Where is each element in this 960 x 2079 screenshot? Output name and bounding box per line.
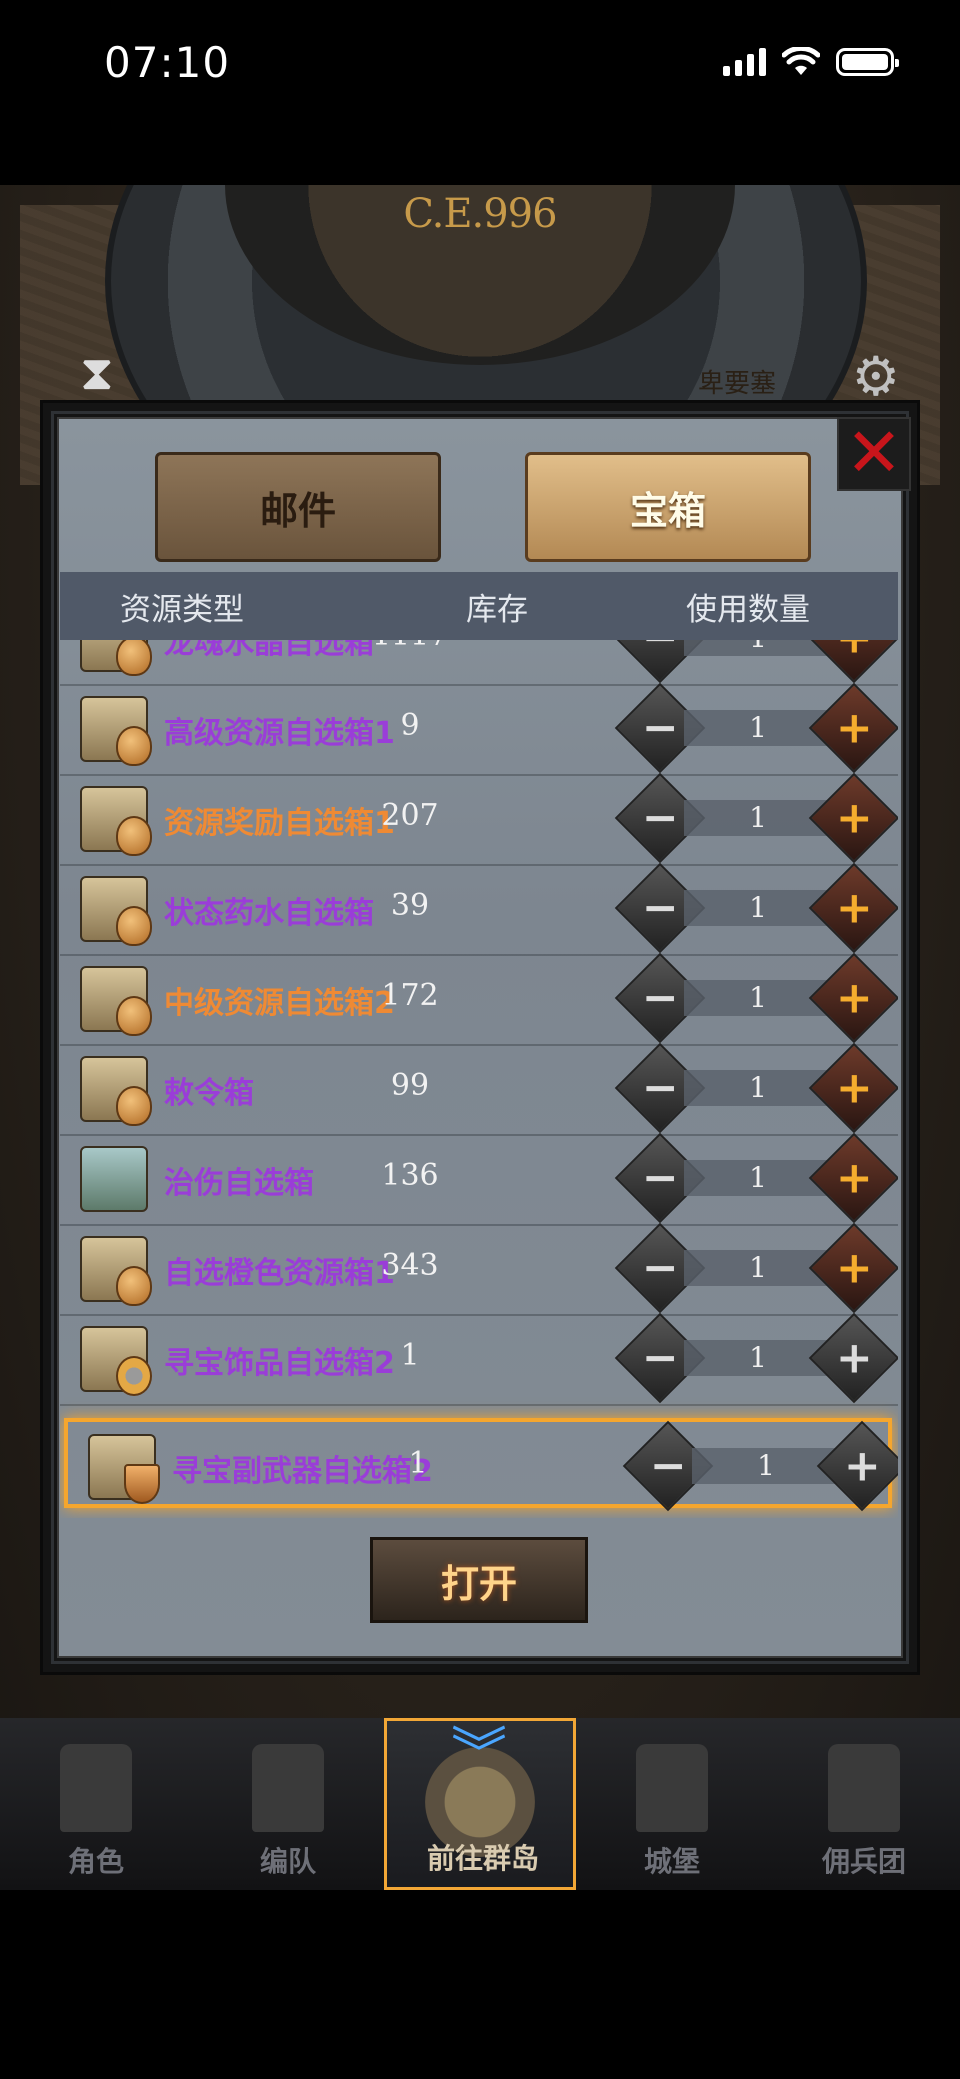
list-item[interactable]: 中级资源自选箱2 172 − 1 + xyxy=(60,952,898,1046)
item-stock: 9 xyxy=(400,708,420,743)
gear-icon[interactable]: ⚙ xyxy=(852,345,900,408)
item-stock: 1117 xyxy=(330,640,490,653)
plus-icon: + xyxy=(835,1332,873,1383)
chest-icon xyxy=(80,786,152,856)
list-item[interactable]: 龙魂水晶自选箱 1117 − 1 + xyxy=(60,640,898,686)
minus-icon: − xyxy=(641,792,679,843)
nav-item-archipelago[interactable]: ︾ 前往群岛 xyxy=(384,1718,576,1890)
item-name: 敕令箱 xyxy=(164,1076,254,1111)
chest-icon xyxy=(80,876,152,946)
increase-button[interactable]: + xyxy=(808,682,898,774)
list-item[interactable]: 状态药水自选箱 39 − 1 + xyxy=(60,862,898,956)
increase-button[interactable]: + xyxy=(816,1420,898,1512)
nav-label: 佣兵团 xyxy=(821,1845,906,1878)
fort-label: 卑要塞 xyxy=(698,369,777,399)
item-stock: 343 xyxy=(381,1248,439,1283)
chest-icon xyxy=(80,1056,152,1126)
list-item[interactable]: 治伤自选箱 136 − 1 + xyxy=(60,1132,898,1226)
list-item[interactable]: 高级资源自选箱1 9 − 1 + xyxy=(60,682,898,776)
nav-label: 角色 xyxy=(67,1845,124,1878)
chest-icon xyxy=(80,966,152,1036)
bottom-nav: 角色 编队 ︾ 前往群岛 城堡 佣兵团 xyxy=(0,1718,960,1890)
battery-icon xyxy=(836,48,899,76)
item-stock: 172 xyxy=(381,978,439,1013)
chest-icon xyxy=(80,696,152,766)
potion-icon xyxy=(80,1146,148,1212)
era-label: C.E.996 xyxy=(403,191,557,237)
clock: 07:10 xyxy=(104,38,231,87)
mercenary-icon xyxy=(828,1744,900,1832)
plus-icon: + xyxy=(835,882,873,933)
shield-chest-icon xyxy=(88,1434,160,1504)
chest-icon xyxy=(80,1236,152,1306)
list-item-selected[interactable]: 寻宝副武器自选箱2 1 − 1 + xyxy=(64,1418,898,1512)
plus-icon: + xyxy=(835,972,873,1023)
increase-button[interactable]: + xyxy=(808,640,898,684)
increase-button[interactable]: + xyxy=(808,1312,898,1404)
tab-mail[interactable]: 邮件 xyxy=(155,452,441,562)
item-stock: 207 xyxy=(381,798,439,833)
wifi-icon xyxy=(782,47,820,75)
nav-item-mercenary[interactable]: 佣兵团 xyxy=(768,1718,960,1890)
open-button[interactable]: 打开 xyxy=(370,1537,588,1623)
close-button[interactable]: ✕ xyxy=(837,417,911,491)
minus-icon: − xyxy=(641,1152,679,1203)
minus-icon: − xyxy=(641,702,679,753)
increase-button[interactable]: + xyxy=(808,952,898,1044)
list-item[interactable]: 自选橙色资源箱1 343 − 1 + xyxy=(60,1222,898,1316)
item-stock: 39 xyxy=(390,888,430,923)
chevron-down-icon: ︾ xyxy=(451,1722,507,1787)
plus-icon: + xyxy=(835,1152,873,1203)
item-stock: 1 xyxy=(408,1446,428,1481)
plus-icon: + xyxy=(836,640,873,663)
chest-icon xyxy=(80,640,152,676)
item-stock: 136 xyxy=(381,1158,439,1193)
list-item[interactable]: 寻宝饰品自选箱2 1 − 1 + xyxy=(60,1312,898,1406)
increase-button[interactable]: + xyxy=(808,772,898,864)
increase-button[interactable]: + xyxy=(808,1132,898,1224)
nav-item-character[interactable]: 角色 xyxy=(0,1718,192,1890)
item-name: 治伤自选箱 xyxy=(164,1166,314,1201)
header-type: 资源类型 xyxy=(120,591,244,628)
castle-icon xyxy=(636,1744,708,1832)
nav-item-formation[interactable]: 编队 xyxy=(192,1718,384,1890)
minus-icon: − xyxy=(649,1440,687,1491)
plus-icon: + xyxy=(835,792,873,843)
increase-button[interactable]: + xyxy=(808,862,898,954)
plus-icon: + xyxy=(835,702,873,753)
home-indicator-area xyxy=(0,1890,960,2079)
minus-icon: − xyxy=(641,972,679,1023)
helmet-icon xyxy=(252,1744,324,1832)
nav-label: 编队 xyxy=(259,1845,316,1878)
minus-icon: − xyxy=(641,1332,679,1383)
list-item[interactable]: 资源奖励自选箱1 207 − 1 + xyxy=(60,772,898,866)
ring-chest-icon xyxy=(80,1326,152,1396)
item-list[interactable]: 龙魂水晶自选箱 1117 − 1 + 高级资源自选箱1 9 − 1 + 资源奖励… xyxy=(60,640,898,1518)
close-icon: ✕ xyxy=(845,414,903,493)
increase-button[interactable]: + xyxy=(808,1222,898,1314)
minus-icon: − xyxy=(641,1062,679,1113)
plus-icon: + xyxy=(835,1062,873,1113)
increase-button[interactable]: + xyxy=(808,1042,898,1134)
minus-icon: − xyxy=(641,1242,679,1293)
item-stock: 99 xyxy=(390,1068,430,1103)
signal-icon xyxy=(723,48,766,76)
status-icons xyxy=(723,44,899,80)
minus-icon: − xyxy=(641,882,679,933)
tab-chest[interactable]: 宝箱 xyxy=(525,452,811,562)
header-use: 使用数量 xyxy=(686,591,810,628)
status-bar: 07:10 xyxy=(0,0,960,130)
header-stock: 库存 xyxy=(466,591,528,628)
item-stock: 1 xyxy=(400,1338,420,1373)
nav-item-castle[interactable]: 城堡 xyxy=(576,1718,768,1890)
quantity-field[interactable]: 1 xyxy=(684,640,832,656)
list-header: 资源类型 库存 使用数量 xyxy=(60,572,898,640)
nav-label: 城堡 xyxy=(643,1845,700,1878)
plus-icon: + xyxy=(835,1242,873,1293)
knight-icon xyxy=(60,1744,132,1832)
minus-icon: − xyxy=(642,640,679,663)
plus-icon: + xyxy=(843,1440,881,1491)
list-item[interactable]: 敕令箱 99 − 1 + xyxy=(60,1042,898,1136)
nav-label: 前往群岛 xyxy=(426,1842,539,1875)
